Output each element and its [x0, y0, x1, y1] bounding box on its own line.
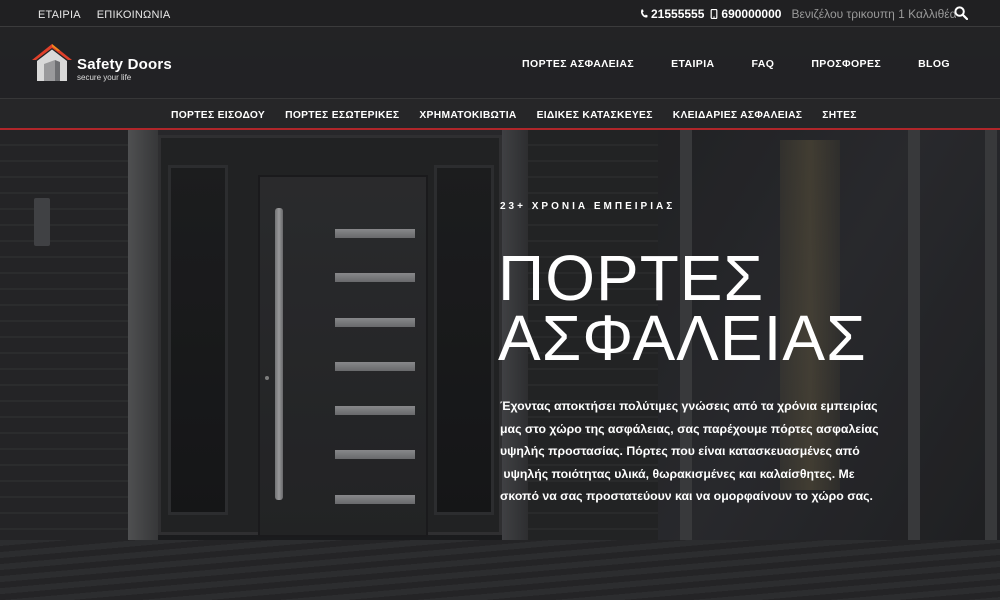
hero-description-line: υψηλής ποιότητας υλικά, θωρακισμένες και…	[500, 466, 855, 481]
house-logo-icon	[32, 44, 72, 81]
site-logo[interactable]: Safety Doors secure your life	[30, 40, 180, 84]
subnav-item-entrance-doors[interactable]: ΠΟΡΤΕΣ ΕΙΣΟΔΟΥ	[171, 110, 265, 121]
phone-number-text: 21555555	[651, 7, 705, 21]
hero-title: ΠΟΡΤΕΣ ΑΣΦΑΛΕΙΑΣ	[498, 242, 958, 374]
subnav-item-screens[interactable]: ΣΗΤΕΣ	[822, 110, 856, 121]
subnav-item-interior-doors[interactable]: ΠΟΡΤΕΣ ΕΣΩΤΕΡΙΚΕΣ	[285, 110, 399, 121]
top-utility-bar: ΕΤΑΙΡΙΑ ΕΠΙΚΟΙΝΩΝΙΑ 21555555 690000000 Β…	[0, 0, 1000, 27]
top-links: ΕΤΑΙΡΙΑ ΕΠΙΚΟΙΝΩΝΙΑ	[38, 9, 170, 21]
top-link-contact[interactable]: ΕΠΙΚΟΙΝΩΝΙΑ	[97, 9, 171, 21]
nav-item-blog[interactable]: BLOG	[918, 58, 950, 70]
subnav-item-security-locks[interactable]: ΚΛΕΙΔΑΡΙΕΣ ΑΣΦΑΛΕΙΑΣ	[673, 110, 803, 121]
logo-tagline: secure your life	[77, 73, 132, 82]
hero-description-line: υψηλής προστασίας. Πόρτες που είναι κατα…	[500, 444, 860, 458]
main-navigation: Safety Doors secure your life ΠΟΡΤΕΣ ΑΣΦ…	[0, 27, 1000, 98]
sub-nav-menu: ΠΟΡΤΕΣ ΕΙΣΟΔΟΥ ΠΟΡΤΕΣ ΕΣΩΤΕΡΙΚΕΣ ΧΡΗΜΑΤΟ…	[171, 110, 857, 121]
nav-item-security-doors[interactable]: ΠΟΡΤΕΣ ΑΣΦΑΛΕΙΑΣ	[522, 58, 634, 70]
nav-item-company[interactable]: ΕΤΑΙΡΙΑ	[671, 58, 714, 70]
hero-description: Έχοντας αποκτήσει πολύτιμες γνώσεις από …	[500, 395, 890, 508]
contact-info: 21555555 690000000 Βενιζέλου τρικουπη 1 …	[640, 7, 957, 21]
phone-icon	[640, 9, 648, 18]
hero-eyebrow: 23+ ΧΡΟΝΙΑ ΕΜΠΕΙΡΙΑΣ	[500, 201, 676, 212]
main-nav-menu: ΠΟΡΤΕΣ ΑΣΦΑΛΕΙΑΣ ΕΤΑΙΡΙΑ FAQ ΠΡΟΣΦΟΡΕΣ B…	[522, 58, 950, 70]
nav-item-offers[interactable]: ΠΡΟΣΦΟΡΕΣ	[811, 58, 881, 70]
hero-title-line: ΑΣΦΑΛΕΙΑΣ	[498, 302, 867, 374]
mobile-number-text: 690000000	[721, 7, 782, 21]
hero-description-line: Έχοντας αποκτήσει πολύτιμες γνώσεις από …	[500, 399, 878, 413]
phone-number[interactable]: 21555555	[640, 7, 704, 21]
search-icon[interactable]	[954, 6, 968, 20]
logo-name: Safety Doors	[77, 56, 172, 73]
subnav-item-safes[interactable]: ΧΡΗΜΑΤΟΚΙΒΩΤΙΑ	[419, 110, 516, 121]
sub-navigation: ΠΟΡΤΕΣ ΕΙΣΟΔΟΥ ΠΟΡΤΕΣ ΕΣΩΤΕΡΙΚΕΣ ΧΡΗΜΑΤΟ…	[0, 98, 1000, 130]
hero-title-line: ΠΟΡΤΕΣ	[498, 242, 765, 314]
address-text: Βενιζέλου τρικουπη 1 Καλλιθέα	[791, 7, 957, 21]
nav-item-faq[interactable]: FAQ	[752, 58, 775, 70]
mobile-icon	[710, 9, 718, 19]
top-link-company[interactable]: ΕΤΑΙΡΙΑ	[38, 9, 81, 21]
hero-description-line: μας στο χώρο της ασφάλειας, σας παρέχουμ…	[500, 421, 879, 436]
subnav-item-custom-builds[interactable]: ΕΙΔΙΚΕΣ ΚΑΤΑΣΚΕΥΕΣ	[537, 110, 653, 121]
hero-description-line: σκοπό να σας προστατεύουν και να ομορφαί…	[500, 489, 873, 503]
mobile-number[interactable]: 690000000	[710, 7, 781, 21]
